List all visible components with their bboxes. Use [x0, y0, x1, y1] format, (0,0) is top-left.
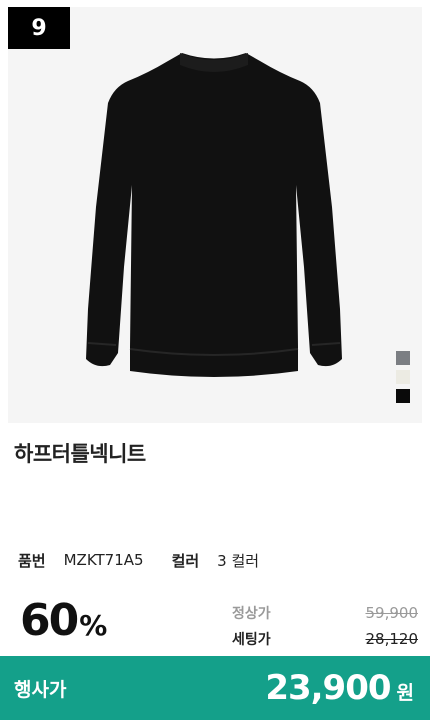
event-price-bar: 행사가 23,900 원	[0, 656, 430, 720]
code-label: 품번	[18, 551, 46, 570]
price-table: 정상가 59,900 세팅가 28,120	[232, 600, 418, 652]
product-card[interactable]: 9 하프터틀넥니트 품번 MZKT71A5 컬러 3 컬러 60 % 정상가 5…	[0, 0, 430, 720]
event-price-unit: 원	[396, 682, 414, 704]
set-price-row: 세팅가 28,120	[232, 626, 418, 652]
product-code: MZKT71A5	[63, 551, 144, 569]
swatch-ivory[interactable]	[396, 370, 410, 384]
event-price-wrap: 23,900 원	[265, 668, 414, 708]
color-count: 3 컬러	[217, 551, 260, 570]
product-name[interactable]: 하프터틀넥니트	[14, 438, 146, 468]
product-image[interactable]	[8, 7, 422, 423]
regular-price-label: 정상가	[232, 606, 271, 622]
event-price: 23,900	[265, 668, 391, 708]
color-label: 컬러	[171, 551, 200, 570]
discount-unit: %	[79, 609, 108, 642]
swatch-gray[interactable]	[396, 351, 410, 365]
swatch-black[interactable]	[396, 389, 410, 403]
event-label: 행사가	[14, 678, 67, 701]
discount-rate: 60 %	[20, 595, 107, 646]
sweater-body	[86, 53, 342, 377]
regular-price-row: 정상가 59,900	[232, 600, 418, 626]
rank-badge: 9	[8, 7, 70, 49]
product-image-area[interactable]: 9	[8, 7, 422, 423]
color-swatches	[396, 351, 410, 408]
set-price: 28,120	[365, 630, 419, 648]
regular-price: 59,900	[365, 604, 419, 622]
set-price-label: 세팅가	[232, 632, 271, 648]
discount-value: 60	[20, 595, 79, 646]
product-info-row: 품번 MZKT71A5 컬러 3 컬러	[18, 548, 259, 572]
